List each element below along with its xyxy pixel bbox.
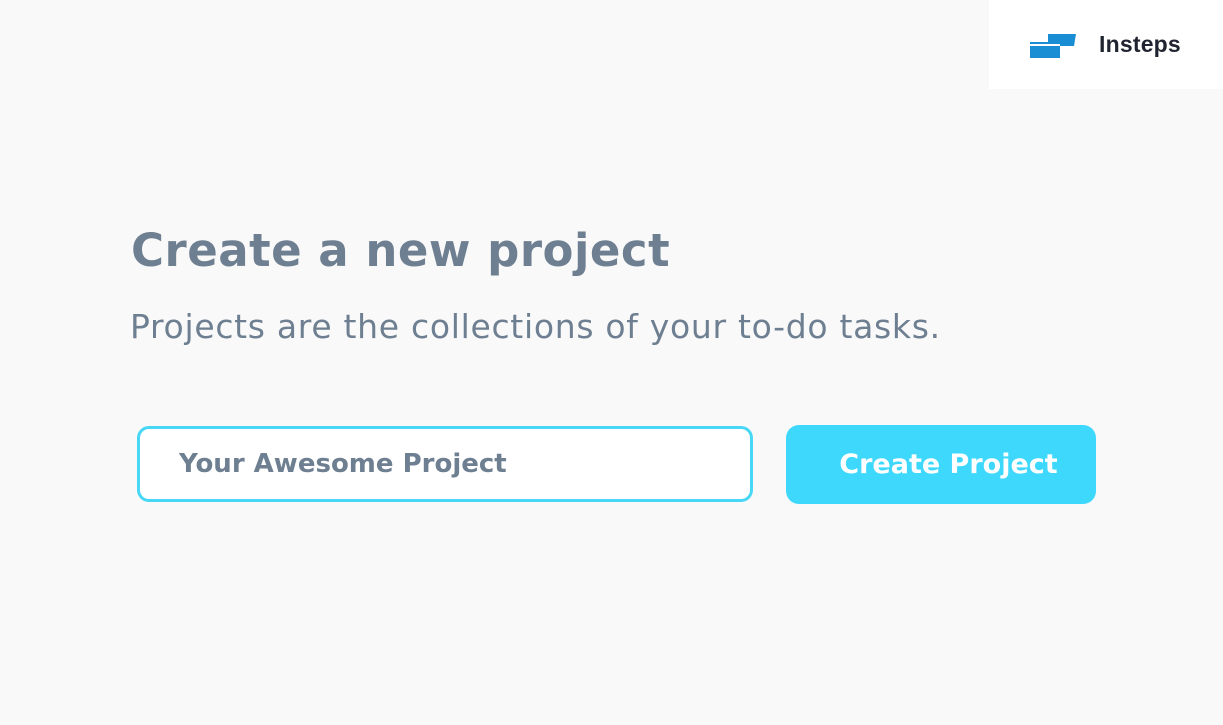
page-title: Create a new project [131, 224, 671, 277]
create-project-button[interactable]: Create Project [786, 425, 1096, 504]
brand-name: Insteps [1099, 31, 1181, 57]
project-name-input[interactable] [137, 426, 753, 502]
brand-header[interactable]: Insteps [989, 0, 1223, 89]
stairs-logo-icon [1030, 34, 1076, 58]
page-subtitle: Projects are the collections of your to-… [130, 307, 941, 346]
